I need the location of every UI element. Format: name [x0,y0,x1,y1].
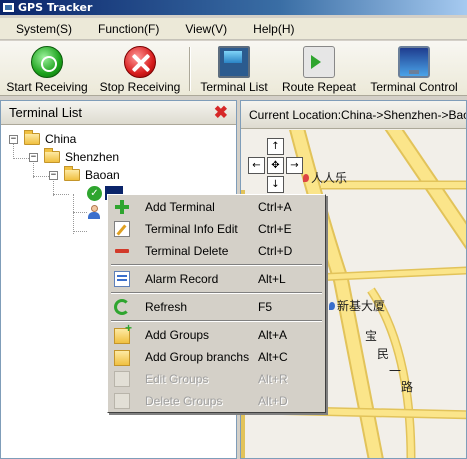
menu-view[interactable]: View(V) [169,22,237,36]
collapse-icon[interactable]: − [9,134,18,144]
alarm-record-icon [114,271,130,287]
map-label: 宝 [365,329,378,343]
menu-function[interactable]: Function(F) [82,22,169,36]
menu-item-edit-groups[interactable]: Edit Groups Alt+R [109,368,324,390]
menu-help[interactable]: Help(H) [237,22,304,36]
menu-separator [111,320,322,322]
menu-item-terminal-info-edit[interactable]: Terminal Info Edit Ctrl+E [109,218,324,240]
close-icon[interactable]: ✖ [214,103,228,123]
start-receiving-button[interactable]: Start Receiving [3,43,91,95]
toolbar-separator [189,47,191,91]
app-icon [2,2,15,13]
collapse-icon[interactable]: − [29,152,38,162]
window-title: GPS Tracker [18,1,93,14]
folder-icon [44,148,60,163]
stop-receiving-icon [124,46,156,78]
terminal-control-label: Terminal Control [370,80,458,94]
user-icon [87,205,101,219]
pan-left-button[interactable]: ← [248,157,265,174]
delete-group-icon [114,393,130,409]
map-pin-icon [303,174,309,182]
current-location-text: Current Location:China->Shenzhen->Baoan [249,107,466,122]
add-group-branch-icon [114,350,130,366]
folder-icon [24,130,40,145]
menu-item-delete-groups[interactable]: Delete Groups Alt+D [109,390,324,412]
tree-node-label: China [45,132,77,146]
edit-group-icon [114,371,130,387]
map-place-xinji-building: 新基大厦 [329,297,385,314]
menu-item-add-groups[interactable]: Add Groups Alt+A [109,321,324,346]
menu-separator [111,264,322,266]
map-navigation-pad: ↑ ← ✥ → ↓ [248,138,304,194]
stop-receiving-label: Stop Receiving [99,80,181,94]
menu-item-add-terminal[interactable]: Add Terminal Ctrl+A [109,196,324,218]
route-repeat-label: Route Repeat [281,80,357,94]
folder-icon [64,166,80,181]
pan-down-button[interactable]: ↓ [267,176,284,193]
menu-item-alarm-record[interactable]: Alarm Record Alt+L [109,268,324,290]
menu-item-terminal-delete[interactable]: Terminal Delete Ctrl+D [109,240,324,262]
map-pin-icon [329,302,335,310]
pan-center-button[interactable]: ✥ [267,157,284,174]
pan-right-button[interactable]: → [286,157,303,174]
online-check-icon: ✓ [87,185,102,201]
stop-receiving-button[interactable]: Stop Receiving [96,43,184,95]
map-label: 一 [389,364,402,378]
menu-item-refresh[interactable]: Refresh F5 [109,296,324,318]
terminal-list-icon [218,46,250,78]
tree-node-label: Shenzhen [65,150,120,164]
route-repeat-button[interactable]: Route Repeat [278,43,360,95]
map-place-renrenle: 人人乐 [303,169,347,186]
add-icon [114,199,130,215]
start-receiving-label: Start Receiving [6,80,88,94]
menu-item-add-group-branchs[interactable]: Add Group branchs Alt+C [109,346,324,368]
terminal-list-title: Terminal List [9,105,82,120]
collapse-icon[interactable]: − [49,170,58,180]
menu-bar: System(S) Function(F) View(V) Help(H) [0,18,467,40]
tree-node-baoan[interactable]: − Baoan [49,166,120,184]
map-label: 民 [377,347,390,361]
add-group-icon [114,321,132,344]
start-receiving-icon [31,46,63,78]
tree-node-terminal-user[interactable] [87,203,101,221]
menu-system[interactable]: System(S) [0,22,82,36]
terminal-control-icon [398,46,430,78]
toolbar: Start Receiving Stop Receiving Terminal … [0,41,467,96]
menu-separator [111,292,322,294]
terminal-list-label: Terminal List [200,80,268,94]
tree-node-china[interactable]: − China [9,130,76,148]
tree-context-menu: Add Terminal Ctrl+A Terminal Info Edit C… [107,194,326,413]
tree-node-label: Baoan [85,168,120,182]
terminal-list-header: Terminal List ✖ [1,101,236,125]
terminal-control-button[interactable]: Terminal Control [365,43,463,95]
tree-node-shenzhen[interactable]: − Shenzhen [29,148,119,166]
map-label: 路 [401,380,414,394]
delete-icon [114,243,130,259]
edit-icon [114,221,130,237]
refresh-icon [114,299,130,315]
current-location-bar: Current Location:China->Shenzhen->Baoan [241,101,466,129]
terminal-list-button[interactable]: Terminal List [195,43,273,95]
title-bar: GPS Tracker [0,0,467,15]
route-repeat-icon [303,46,335,78]
pan-up-button[interactable]: ↑ [267,138,284,155]
